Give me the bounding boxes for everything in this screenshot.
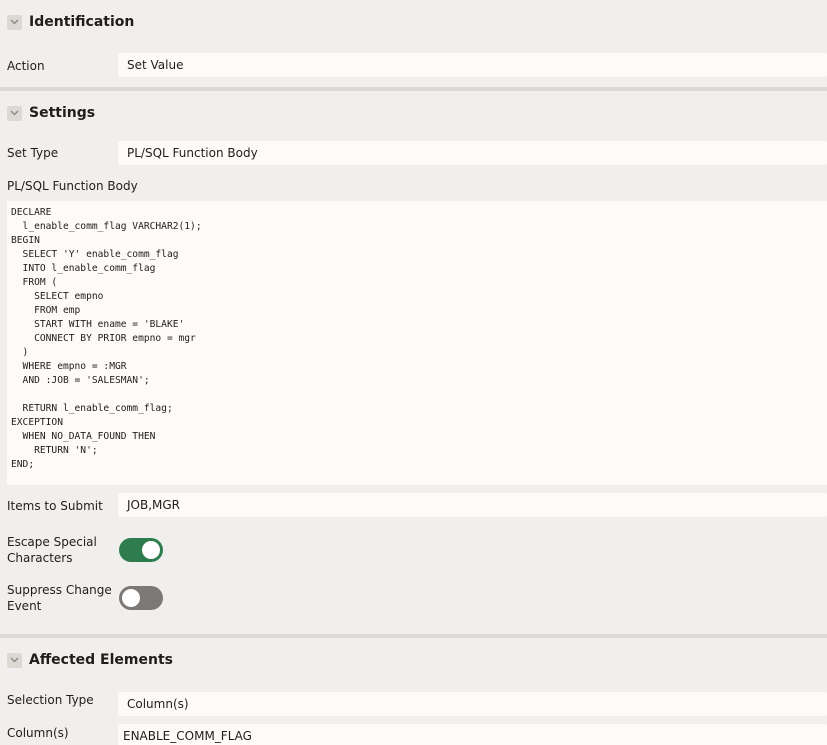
suppress-label-line-1: Suppress Change <box>7 583 112 597</box>
suppress-change-toggle[interactable] <box>119 586 163 610</box>
escape-special-label: Escape Special Characters <box>0 534 112 566</box>
plsql-code-editor[interactable]: DECLARE l_enable_comm_flag VARCHAR2(1); B… <box>7 201 827 485</box>
chevron-down-icon[interactable] <box>7 14 22 30</box>
escape-label-line-1: Escape Special <box>7 535 97 549</box>
items-to-submit-input[interactable]: JOB,MGR <box>118 493 827 517</box>
columns-row: Column(s) ENABLE_COMM_FLAG <box>0 718 827 745</box>
code-line: DECLARE <box>11 207 52 218</box>
escape-special-toggle[interactable] <box>119 538 163 562</box>
code-line: START WITH ename = 'BLAKE' <box>11 319 185 330</box>
columns-input[interactable]: ENABLE_COMM_FLAG <box>118 724 827 745</box>
code-line: AND :JOB = 'SALESMAN'; <box>11 375 150 386</box>
chevron-down-icon[interactable] <box>7 105 22 121</box>
escape-special-row: Escape Special Characters <box>0 526 827 574</box>
action-label: Action <box>7 58 45 73</box>
code-line: BEGIN <box>11 235 40 246</box>
items-to-submit-label: Items to Submit <box>7 498 103 513</box>
code-line: SELECT empno <box>11 291 104 302</box>
code-line: ) <box>11 347 29 358</box>
code-line: CONNECT BY PRIOR empno = mgr <box>11 333 196 344</box>
affected-elements-section-header[interactable]: Affected Elements <box>0 638 827 682</box>
code-line: INTO l_enable_comm_flag <box>11 263 156 274</box>
toggle-knob <box>142 541 160 559</box>
selection-type-select[interactable]: Column(s) <box>118 692 827 716</box>
action-select[interactable]: Set Value <box>118 53 827 77</box>
code-line: END; <box>11 459 35 470</box>
set-type-select[interactable]: PL/SQL Function Body <box>118 141 827 165</box>
toggle-knob <box>122 589 140 607</box>
code-line: WHEN NO_DATA_FOUND THEN <box>11 431 156 442</box>
section-title: Identification <box>29 14 135 30</box>
action-row: Action Set Value <box>0 44 827 87</box>
code-line: WHERE empno = :MGR <box>11 361 127 372</box>
code-line: FROM ( <box>11 277 58 288</box>
code-line: SELECT 'Y' enable_comm_flag <box>11 249 179 260</box>
suppress-label-line-2: Event <box>7 599 42 613</box>
set-type-label: Set Type <box>7 146 59 160</box>
property-editor: Identification Action Set Value Settings… <box>0 0 827 745</box>
selection-type-label: Selection Type <box>7 693 94 707</box>
settings-section-header[interactable]: Settings <box>0 91 827 135</box>
code-line: RETURN 'N'; <box>11 445 98 456</box>
suppress-change-label: Suppress Change Event <box>0 582 112 614</box>
function-body-label: PL/SQL Function Body <box>7 179 138 193</box>
columns-label: Column(s) <box>7 726 69 740</box>
section-title: Settings <box>29 105 96 121</box>
code-line: RETURN l_enable_comm_flag; <box>11 403 173 414</box>
code-line: EXCEPTION <box>11 417 63 428</box>
set-type-row: Set Type PL/SQL Function Body <box>0 135 827 171</box>
section-title: Affected Elements <box>29 652 173 668</box>
identification-section-header[interactable]: Identification <box>0 0 827 44</box>
items-to-submit-row: Items to Submit JOB,MGR <box>0 485 827 526</box>
selection-type-row: Selection Type Column(s) <box>0 682 827 718</box>
code-line: l_enable_comm_flag VARCHAR2(1); <box>11 221 202 232</box>
code-line: FROM emp <box>11 305 81 316</box>
suppress-change-row: Suppress Change Event <box>0 574 827 622</box>
chevron-down-icon[interactable] <box>7 652 22 668</box>
escape-label-line-2: Characters <box>7 551 73 565</box>
